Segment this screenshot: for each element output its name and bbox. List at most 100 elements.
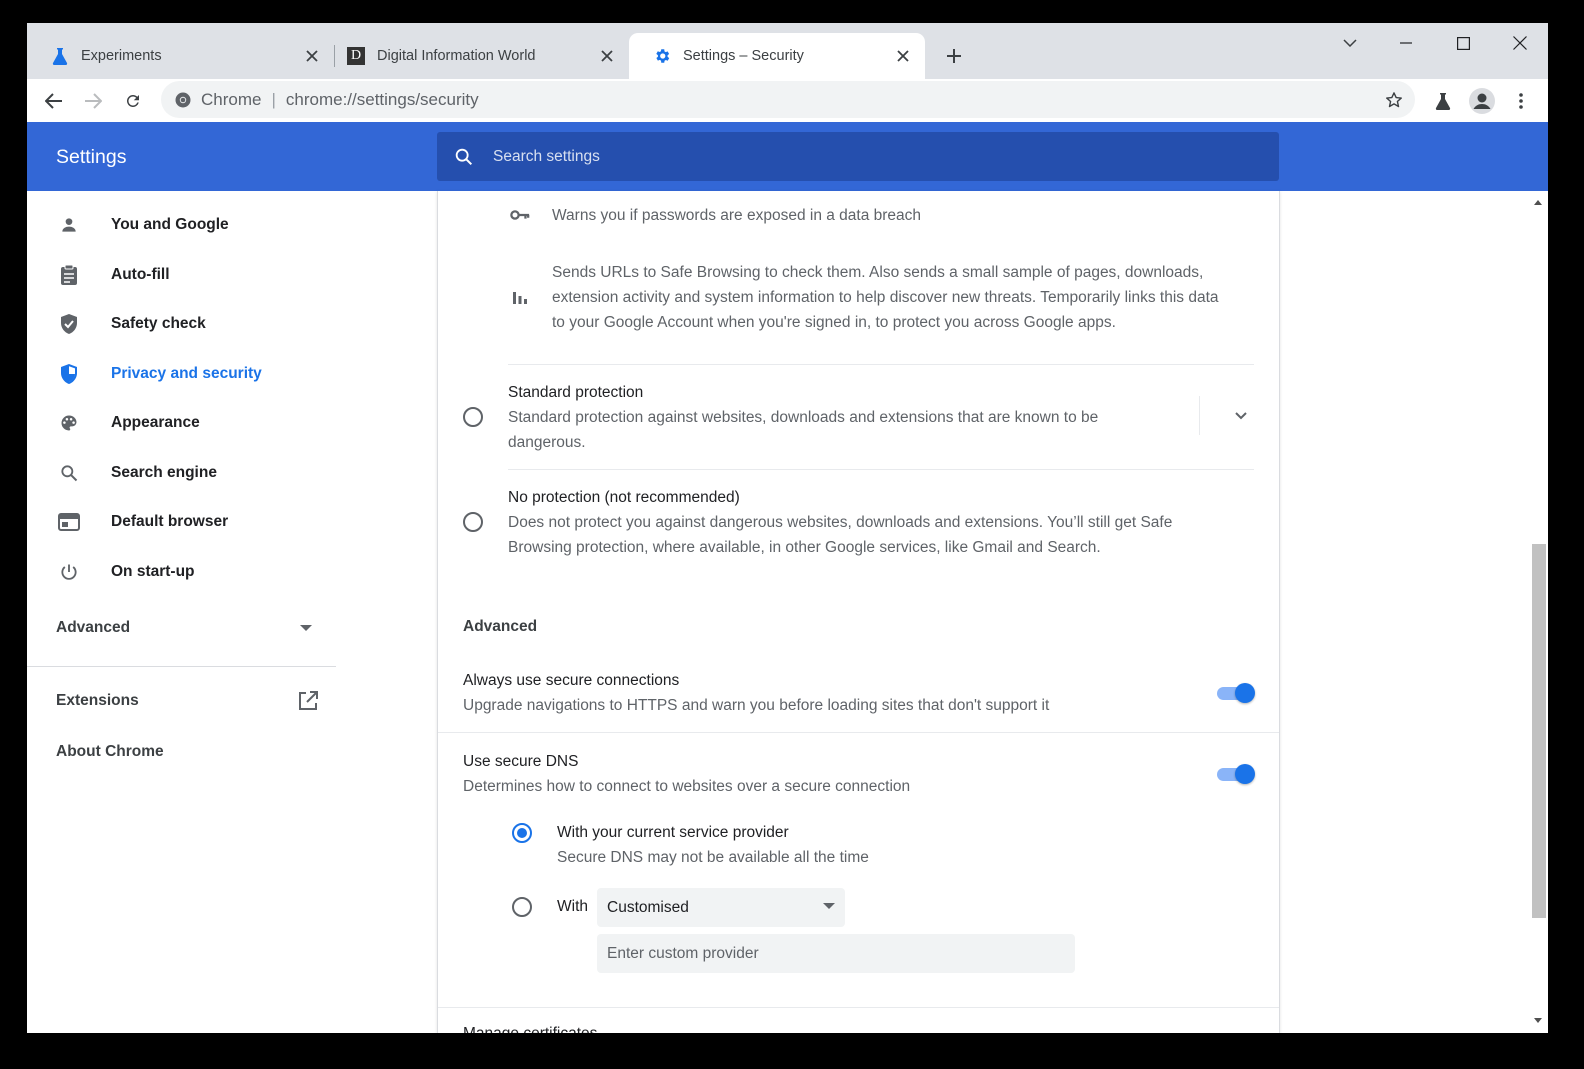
d-logo-icon: D	[347, 47, 365, 65]
sidebar-item-label: On start-up	[111, 563, 195, 580]
standard-protection-radio[interactable]	[463, 407, 483, 427]
profile-button[interactable]	[1468, 87, 1496, 115]
sidebar-item-default-browser[interactable]: Default browser	[27, 500, 336, 544]
dns-current-provider-title: With your current service provider	[557, 824, 789, 841]
divider	[508, 469, 1254, 470]
bar-chart-icon	[510, 287, 530, 307]
flask-icon	[51, 47, 69, 65]
person-icon	[57, 213, 81, 237]
bookmark-star-icon[interactable]	[1381, 87, 1407, 113]
new-tab-button[interactable]	[941, 43, 967, 69]
secure-dns-title: Use secure DNS	[463, 753, 579, 770]
sidebar-item-auto-fill[interactable]: Auto-fill	[27, 253, 336, 297]
tab-digital-information-world[interactable]: D Digital Information World	[323, 33, 629, 79]
close-window-button[interactable]	[1505, 31, 1535, 55]
menu-button[interactable]	[1507, 87, 1535, 115]
sidebar-item-you-and-google[interactable]: You and Google	[27, 203, 336, 247]
sidebar-item-label: You and Google	[111, 216, 229, 233]
url-check-line-2: extension activity and system informatio…	[552, 289, 1219, 306]
scroll-down-arrow[interactable]	[1534, 1018, 1542, 1023]
https-desc: Upgrade navigations to HTTPS and warn yo…	[463, 697, 1050, 714]
divider	[438, 732, 1279, 733]
minimize-icon	[1400, 42, 1412, 44]
security-settings-card: Warns you if passwords are exposed in a …	[437, 191, 1280, 1033]
sidebar-item-on-start-up[interactable]: On start-up	[27, 550, 336, 594]
chevron-down-icon[interactable]	[1235, 412, 1247, 420]
maximize-icon	[1456, 36, 1470, 50]
sidebar-item-safety-check[interactable]: Safety check	[27, 302, 336, 346]
caret-down-icon	[300, 625, 312, 631]
caret-down-icon	[823, 903, 835, 909]
https-title: Always use secure connections	[463, 672, 680, 689]
tab-strip: Experiments D Digital Information World …	[27, 23, 1548, 79]
reload-button[interactable]	[119, 87, 147, 115]
shield-check-icon	[57, 312, 81, 336]
tab-settings-security[interactable]: Settings – Security	[629, 33, 925, 79]
page-title: Settings	[56, 146, 127, 168]
url-check-line-1: Sends URLs to Safe Browsing to check the…	[552, 264, 1204, 281]
gear-icon	[653, 47, 671, 65]
scroll-thumb[interactable]	[1532, 544, 1546, 918]
scroll-up-arrow[interactable]	[1534, 200, 1542, 205]
minimize-button[interactable]	[1391, 31, 1421, 55]
no-protection-title: No protection (not recommended)	[508, 489, 740, 506]
sidebar-item-label: Appearance	[111, 414, 200, 431]
sidebar-item-label: Auto-fill	[111, 266, 170, 283]
dns-current-provider-radio[interactable]	[512, 823, 532, 843]
advanced-heading: Advanced	[463, 618, 538, 635]
omnibox[interactable]: Chrome | chrome://settings/security	[161, 81, 1415, 118]
sidebar-item-appearance[interactable]: Appearance	[27, 401, 336, 445]
tab-search-button[interactable]	[1335, 31, 1365, 55]
no-protection-radio[interactable]	[463, 512, 483, 532]
tab-experiments[interactable]: Experiments	[27, 33, 334, 79]
standard-protection-desc-2: dangerous.	[508, 434, 586, 451]
sidebar-item-search-engine[interactable]: Search engine	[27, 451, 336, 495]
browser-window-icon	[57, 510, 81, 534]
clipboard-icon	[57, 263, 81, 287]
close-icon	[1513, 36, 1527, 50]
sidebar-item-extensions[interactable]: Extensions	[56, 691, 318, 711]
maximize-button[interactable]	[1448, 31, 1478, 55]
palette-icon	[57, 411, 81, 435]
toolbar: Chrome | chrome://settings/security	[27, 79, 1548, 122]
sidebar-item-label: Safety check	[111, 315, 206, 332]
vertical-separator	[1199, 396, 1200, 435]
dns-provider-select[interactable]: Customised	[597, 888, 845, 927]
toggle-knob	[1235, 764, 1255, 784]
key-icon	[510, 205, 530, 225]
back-button[interactable]	[40, 87, 68, 115]
close-tab-icon[interactable]	[302, 46, 322, 66]
close-tab-icon[interactable]	[597, 46, 617, 66]
search-input[interactable]	[493, 147, 1253, 166]
url-check-line-3: to your Google Account when you're signe…	[552, 314, 1116, 331]
search-icon	[57, 461, 81, 485]
tab-title: Settings – Security	[683, 48, 804, 64]
divider	[508, 364, 1254, 365]
sidebar-advanced-toggle[interactable]: Advanced	[56, 619, 312, 637]
omnibox-separator: |	[271, 89, 276, 109]
reload-icon	[126, 94, 139, 107]
scrollbar[interactable]	[1529, 191, 1548, 1033]
close-tab-icon[interactable]	[893, 46, 913, 66]
open-in-new-icon	[299, 691, 318, 710]
no-protection-desc-1: Does not protect you against dangerous w…	[508, 514, 1173, 531]
omnibox-url[interactable]: chrome://settings/security	[286, 90, 479, 110]
sidebar-item-about-chrome[interactable]: About Chrome	[56, 743, 164, 761]
labs-button[interactable]	[1429, 87, 1457, 115]
standard-protection-desc-1: Standard protection against websites, do…	[508, 409, 1099, 426]
manage-certificates-title[interactable]: Manage certificates	[463, 1021, 597, 1033]
d-logo-letter: D	[347, 47, 365, 65]
custom-provider-input[interactable]	[597, 934, 1075, 973]
https-toggle[interactable]	[1215, 682, 1255, 704]
sidebar-item-label: Default browser	[111, 513, 229, 530]
sidebar-item-privacy-and-security[interactable]: Privacy and security	[27, 352, 336, 396]
sidebar-divider	[27, 666, 336, 667]
search-box[interactable]	[437, 132, 1279, 181]
browser-window: Experiments D Digital Information World …	[27, 23, 1548, 1033]
dns-with-label: With	[557, 898, 588, 915]
shield-half-icon	[57, 362, 81, 386]
password-warning-text: Warns you if passwords are exposed in a …	[552, 207, 922, 224]
secure-dns-toggle[interactable]	[1215, 763, 1255, 785]
forward-button[interactable]	[79, 87, 107, 115]
dns-custom-radio[interactable]	[512, 897, 532, 917]
